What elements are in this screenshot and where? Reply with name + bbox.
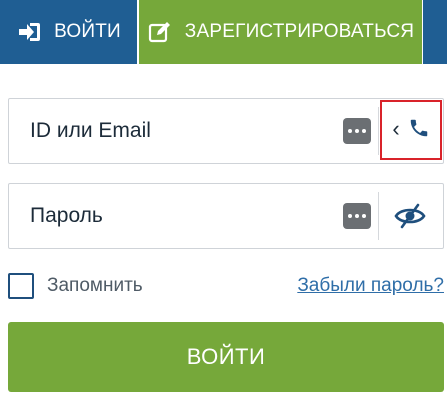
password-field-placeholder: Пароль (30, 204, 103, 227)
tab-login-label: ВОЙТИ (54, 21, 121, 42)
forgot-password-link[interactable]: Забыли пароль? (297, 275, 444, 297)
phone-icon (408, 117, 430, 144)
more-options-button[interactable] (343, 118, 371, 144)
password-field[interactable]: Пароль (8, 183, 444, 249)
chevron-left-icon: ‹ (392, 116, 400, 141)
field-divider (378, 192, 379, 240)
login-submit-button[interactable]: ВОЙТИ (8, 322, 444, 392)
tab-register-label: ЗАРЕГИСТРИРОВАТЬСЯ (184, 21, 415, 42)
remember-checkbox[interactable] (8, 273, 34, 299)
edit-icon (147, 19, 173, 45)
eye-slash-icon[interactable] (392, 198, 428, 234)
login-field-placeholder: ID или Email (30, 119, 151, 142)
more-options-button[interactable] (343, 203, 371, 229)
tab-extra[interactable] (423, 0, 447, 64)
login-field[interactable]: ID или Email (8, 98, 444, 164)
login-submit-label: ВОЙТИ (186, 344, 266, 369)
tab-register[interactable]: ЗАРЕГИСТРИРОВАТЬСЯ (139, 0, 422, 64)
remember-label: Запомнить (47, 275, 143, 296)
auth-tabs: ВОЙТИ ЗАРЕГИСТРИРОВАТЬСЯ (0, 0, 447, 64)
sign-in-icon (16, 19, 42, 45)
field-divider (378, 107, 379, 155)
phone-switch-button[interactable]: ‹ (380, 100, 442, 160)
tab-login[interactable]: ВОЙТИ (0, 0, 138, 64)
